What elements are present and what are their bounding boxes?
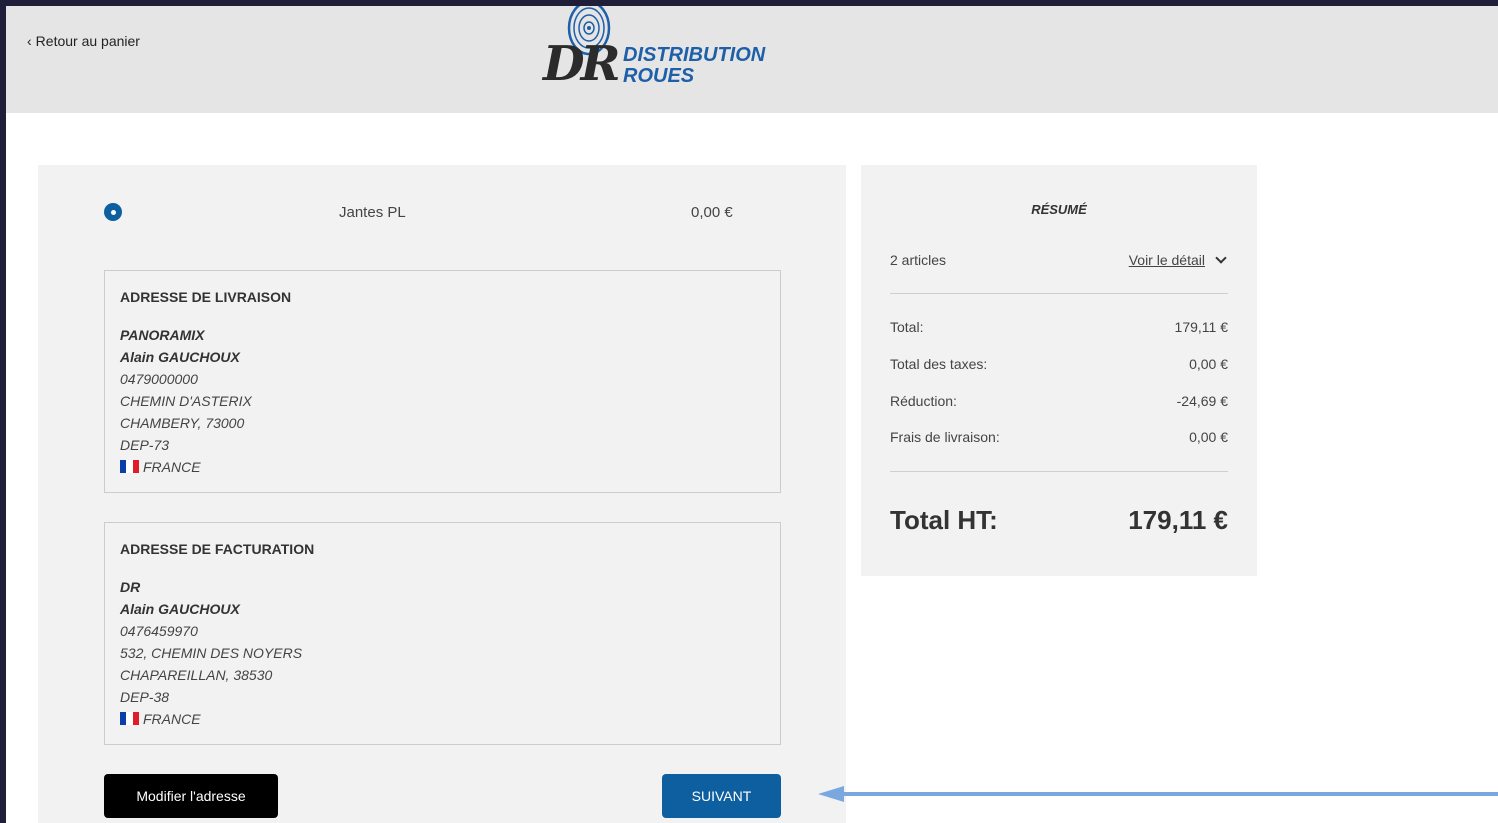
shipping-address-title: ADRESSE DE LIVRAISON	[120, 289, 292, 305]
total-row: Total: 179,11 €	[890, 319, 1228, 335]
divider	[890, 471, 1228, 472]
logo-line2: ROUES	[623, 65, 695, 87]
order-summary: RÉSUMÉ 2 articles Voir le détail Total: …	[861, 165, 1257, 576]
shipping-company: PANORAMIX	[120, 327, 205, 343]
back-to-cart-label: Retour au panier	[35, 33, 140, 49]
modify-address-button[interactable]: Modifier l'adresse	[104, 774, 278, 818]
shipping-name: Alain GAUCHOUX	[120, 349, 240, 365]
billing-address-title: ADRESSE DE FACTURATION	[120, 541, 315, 557]
chevron-down-icon	[1215, 252, 1227, 264]
shipping-fee-label: Frais de livraison:	[890, 429, 1000, 445]
taxes-value: 0,00 €	[1189, 356, 1228, 372]
billing-street: 532, CHEMIN DES NOYERS	[120, 645, 303, 661]
chevron-left-icon: ‹	[27, 33, 32, 49]
total-value: 179,11 €	[1174, 319, 1228, 335]
article-count: 2 articles	[890, 252, 947, 268]
logo-initials: DR	[543, 36, 620, 92]
summary-title: RÉSUMÉ	[1031, 202, 1087, 217]
discount-label: Réduction:	[890, 393, 957, 409]
total-ht-value: 179,11 €	[1128, 505, 1228, 535]
shipping-method-name: Jantes PL	[339, 204, 406, 221]
next-button[interactable]: SUIVANT	[662, 774, 781, 818]
taxes-label: Total des taxes:	[890, 356, 988, 372]
shipping-method-radio[interactable]	[104, 203, 122, 221]
taxes-row: Total des taxes: 0,00 €	[890, 356, 1228, 372]
billing-name: Alain GAUCHOUX	[120, 601, 240, 617]
header: ‹ Retour au panier DR DISTRIBUTION ROUES	[6, 6, 1498, 113]
shipping-phone: 0479000000	[120, 371, 198, 387]
discount-row: Réduction: -24,69 €	[890, 393, 1228, 409]
logo-line1: DISTRIBUTION	[623, 44, 766, 66]
checkout-page: ‹ Retour au panier DR DISTRIBUTION ROUES …	[6, 6, 1498, 823]
shipping-fee-row: Frais de livraison: 0,00 €	[890, 429, 1228, 445]
france-flag-icon	[120, 712, 139, 725]
billing-region: DEP-38	[120, 689, 170, 705]
billing-address-card: ADRESSE DE FACTURATION DR Alain GAUCHOUX…	[104, 522, 781, 745]
billing-company: DR	[120, 579, 141, 595]
discount-value: -24,69 €	[1176, 393, 1228, 409]
billing-city: CHAPAREILLAN, 38530	[120, 667, 273, 683]
logo[interactable]: DR DISTRIBUTION ROUES	[541, 6, 765, 92]
billing-phone: 0476459970	[120, 623, 198, 639]
shipping-address-card: ADRESSE DE LIVRAISON PANORAMIX Alain GAU…	[104, 270, 781, 493]
total-ht-row: Total HT: 179,11 €	[890, 505, 1228, 536]
shipping-fee-value: 0,00 €	[1189, 429, 1228, 445]
france-flag-icon	[120, 460, 139, 473]
shipping-city: CHAMBERY, 73000	[120, 415, 245, 431]
total-label: Total:	[890, 319, 924, 335]
total-ht-label: Total HT:	[890, 505, 998, 535]
back-to-cart-link[interactable]: ‹ Retour au panier	[27, 33, 140, 49]
delivery-panel: Jantes PL 0,00 € ADRESSE DE LIVRAISON PA…	[38, 165, 846, 823]
divider	[890, 293, 1228, 294]
view-detail-link[interactable]: Voir le détail	[1128, 252, 1227, 268]
shipping-method-price: 0,00 €	[691, 204, 733, 221]
shipping-region: DEP-73	[120, 437, 170, 453]
arrow-left-icon	[818, 786, 1498, 802]
view-detail-label: Voir le détail	[1128, 252, 1205, 268]
shipping-country: FRANCE	[143, 459, 201, 475]
billing-country: FRANCE	[143, 711, 201, 727]
shipping-street: CHEMIN D'ASTERIX	[120, 393, 252, 409]
